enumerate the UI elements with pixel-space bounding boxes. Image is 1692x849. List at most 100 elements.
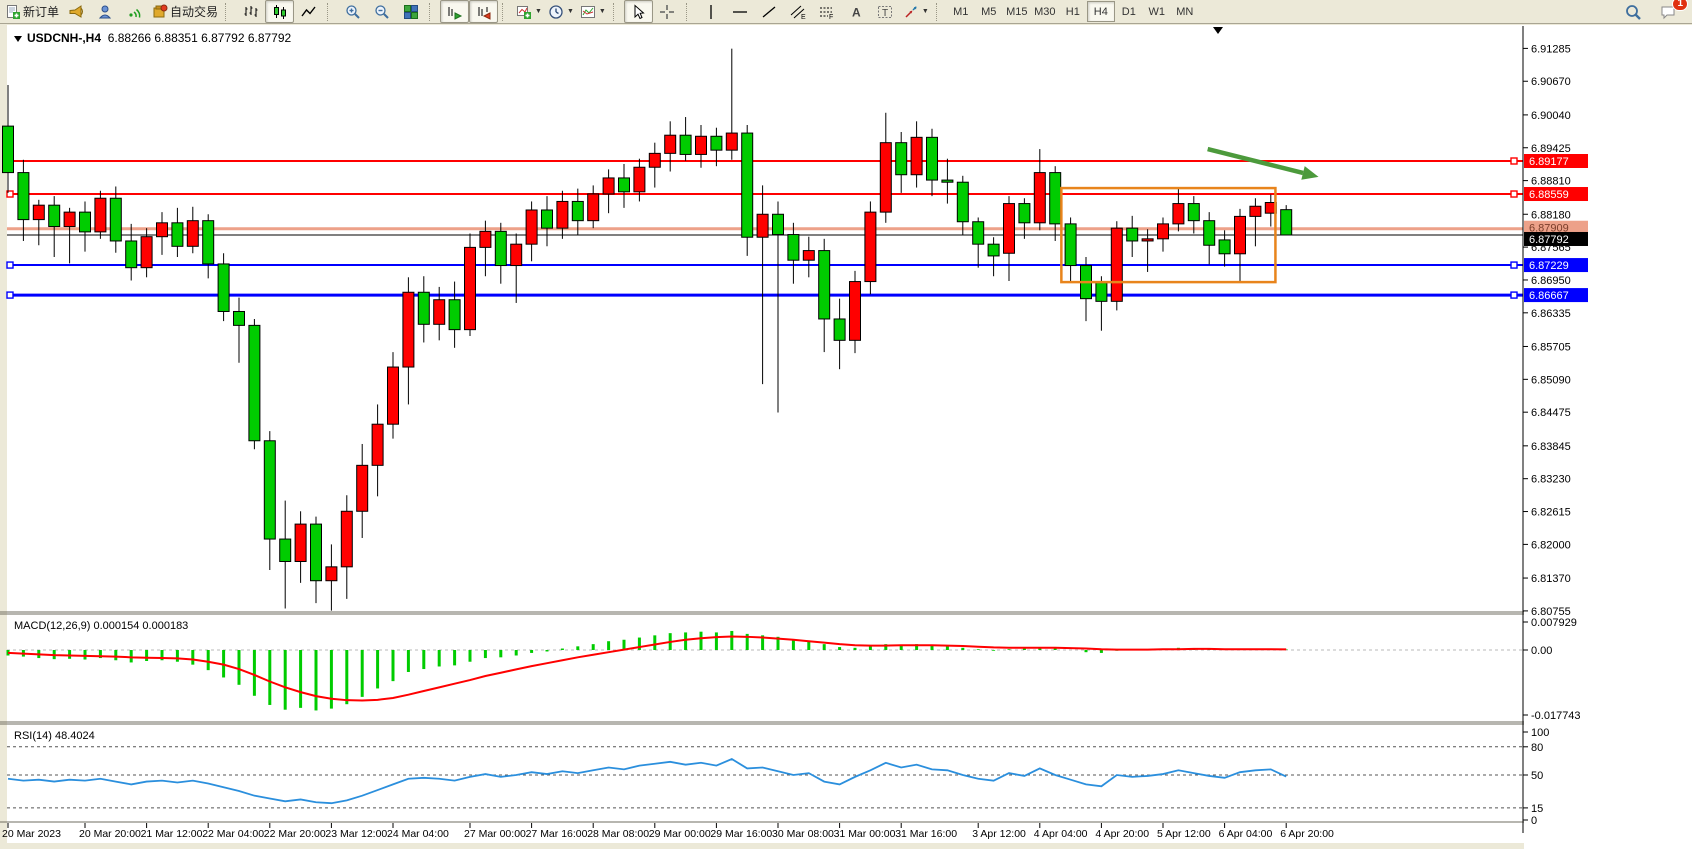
candle-bull (95, 198, 106, 232)
time-tick-label: 29 Mar 00:00 (649, 828, 711, 840)
line-handle[interactable] (7, 292, 13, 298)
fibo-icon: F (819, 4, 835, 20)
candle-bear (172, 223, 183, 247)
notification-badge: 1 (1672, 0, 1688, 11)
quote-values: 6.88266 6.88351 6.87792 6.87792 (108, 31, 292, 45)
candle-bear (1019, 204, 1030, 223)
text-button[interactable]: A (842, 0, 871, 23)
chevron-down-icon: ▼ (599, 8, 606, 15)
profile-button[interactable] (91, 0, 120, 23)
candle-bear (1065, 224, 1076, 266)
line-handle[interactable] (1511, 262, 1517, 268)
time-tick-label: 22 Mar 04:00 (202, 828, 264, 840)
line-handle[interactable] (1511, 158, 1517, 164)
channel-icon: E (790, 4, 806, 20)
periods-button[interactable]: ▼ (545, 0, 577, 23)
rsi-indicator-label: RSI(14) 48.4024 (14, 730, 95, 742)
signal-icon (127, 4, 143, 20)
price-badge-label: 6.87792 (1529, 234, 1569, 246)
arrows-button[interactable]: ▼ (900, 0, 932, 23)
candle-bear (249, 325, 260, 440)
channel-button[interactable]: E (784, 0, 813, 23)
timeframe-m15-button[interactable]: M15 (1003, 1, 1031, 22)
crosshair-button[interactable] (653, 0, 682, 23)
svg-text:F: F (829, 14, 833, 20)
line-handle[interactable] (1511, 191, 1517, 197)
indicators-button[interactable]: ▼ (513, 0, 545, 23)
timeframe-m1-button[interactable]: M1 (947, 1, 975, 22)
axis-tick-label: 0.00 (1531, 645, 1552, 657)
toolbar-separator (327, 3, 335, 21)
chart-window: 6.912856.906706.900406.894256.888106.881… (0, 25, 1692, 849)
candle-bull (634, 167, 645, 192)
candle-bull (1235, 216, 1246, 253)
timeframe-h1-button[interactable]: H1 (1059, 1, 1087, 22)
timeframe-d1-button[interactable]: D1 (1115, 1, 1143, 22)
candlestick-chart-button[interactable] (265, 0, 294, 23)
fibonacci-button[interactable]: F (813, 0, 842, 23)
candle-bull (187, 221, 198, 247)
candle-bull (465, 247, 476, 329)
candle-bull (1004, 204, 1015, 254)
time-tick-label: 24 Mar 04:00 (387, 828, 449, 840)
timeframe-m5-button[interactable]: M5 (975, 1, 1003, 22)
autotrade-button[interactable]: 自动交易 (149, 0, 221, 23)
price-badge-label: 6.87229 (1529, 260, 1569, 272)
cursor-button[interactable] (624, 0, 653, 23)
megaphone-button[interactable] (62, 0, 91, 23)
axis-tick-label: 0 (1531, 815, 1537, 827)
candle-bull (1173, 204, 1184, 224)
toolbar-separator (429, 3, 437, 21)
new-order-button[interactable]: 新订单 (2, 0, 62, 23)
text-label-button[interactable]: T (871, 0, 900, 23)
time-tick-label: 6 Apr 04:00 (1219, 828, 1273, 840)
line-handle[interactable] (1511, 292, 1517, 298)
axis-tick-label: 80 (1531, 742, 1543, 754)
auto-scroll-button[interactable] (440, 0, 469, 23)
axis-tick-label: 100 (1531, 727, 1549, 739)
candle-bear (619, 178, 630, 192)
line-handle[interactable] (7, 262, 13, 268)
time-tick-label: 4 Apr 20:00 (1095, 828, 1149, 840)
timeframe-h4-button[interactable]: H4 (1087, 1, 1115, 22)
signals-button[interactable] (120, 0, 149, 23)
trendline-button[interactable] (755, 0, 784, 23)
collapse-triangle-icon[interactable] (14, 36, 22, 42)
candle-bear (234, 311, 245, 325)
crosshair-icon (659, 4, 675, 20)
autoscroll-icon (447, 4, 463, 20)
time-tick-label: 21 Mar 12:00 (141, 828, 203, 840)
axis-tick-label: 15 (1531, 803, 1543, 815)
axis-tick-label: 50 (1531, 770, 1543, 782)
axis-tick-label: -0.017743 (1531, 710, 1581, 722)
chart-canvas: 6.912856.906706.900406.894256.888106.881… (0, 25, 1692, 849)
price-badge-label: 6.86667 (1529, 290, 1569, 302)
timeframe-mn-button[interactable]: MN (1171, 1, 1199, 22)
doc-plus-icon (5, 4, 21, 20)
zoomout-icon (374, 4, 390, 20)
hline-icon (732, 4, 748, 20)
timeframe-m30-button[interactable]: M30 (1031, 1, 1059, 22)
candle-bear (126, 241, 137, 268)
template-icon (580, 4, 596, 20)
line-chart-button[interactable] (294, 0, 323, 23)
chart-shift-button[interactable] (469, 0, 498, 23)
candle-bull (726, 133, 737, 150)
horizontal-line-button[interactable] (726, 0, 755, 23)
templates-button[interactable]: ▼ (577, 0, 609, 23)
zoom-out-button[interactable] (367, 0, 396, 23)
candle-bear (819, 251, 830, 319)
search-button[interactable] (1618, 0, 1647, 23)
candle-bull (649, 153, 660, 167)
candle-bear (742, 133, 753, 237)
tile-icon (403, 4, 419, 20)
tile-windows-button[interactable] (396, 0, 425, 23)
zoom-in-button[interactable] (338, 0, 367, 23)
clock-icon (548, 4, 564, 20)
search-icon (1625, 4, 1641, 20)
bar-chart-button[interactable] (236, 0, 265, 23)
axis-tick-label: 6.86335 (1531, 308, 1571, 320)
chat-button[interactable]: 1 (1653, 0, 1682, 23)
timeframe-w1-button[interactable]: W1 (1143, 1, 1171, 22)
vertical-line-button[interactable] (697, 0, 726, 23)
